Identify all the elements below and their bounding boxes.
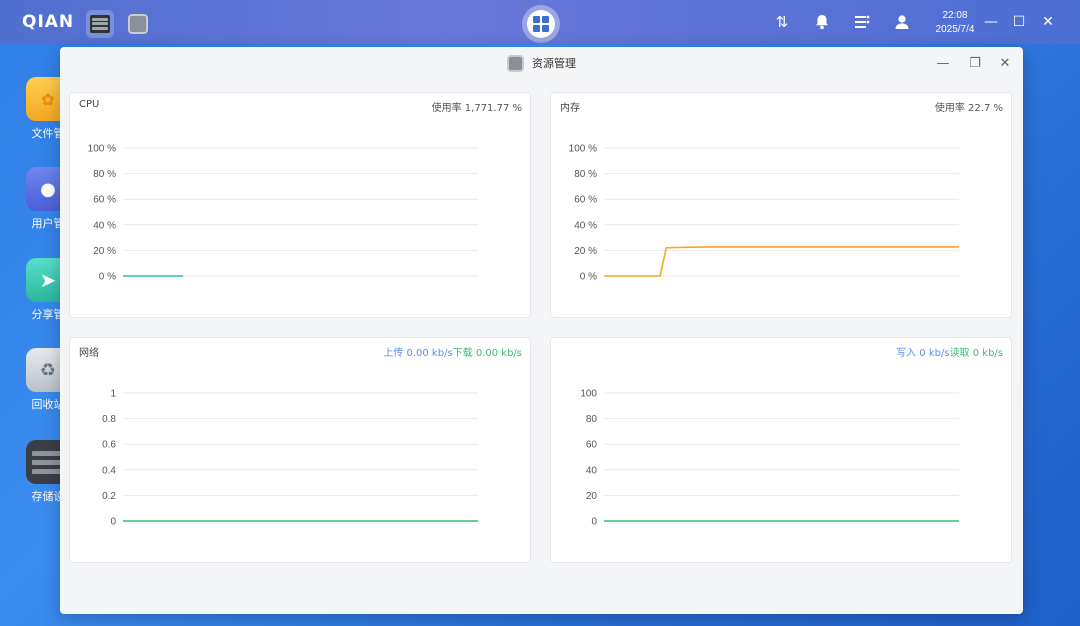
close-icon[interactable]: ✕ <box>1039 12 1057 32</box>
y-tick-label: 0.6 <box>102 440 116 451</box>
y-tick-label: 0 <box>591 517 597 528</box>
y-tick-label: 60 % <box>574 195 597 206</box>
y-tick-label: 40 % <box>93 220 116 231</box>
window-title: 资源管理 <box>532 57 576 70</box>
y-tick-label: 0 <box>110 517 116 528</box>
storage-taskbar-icon[interactable] <box>86 10 114 38</box>
y-tick-label: 100 <box>580 389 597 400</box>
y-tick-label: 1 <box>110 389 116 400</box>
y-tick-label: 0.4 <box>102 465 116 476</box>
y-tick-label: 60 <box>586 440 598 451</box>
y-tick-label: 100 % <box>88 144 116 155</box>
brand-logo: QIAN <box>22 12 75 32</box>
y-tick-label: 0.2 <box>102 491 116 502</box>
memory-panel: 内存 使用率 22.7 % 100 % 80 % 60 % 40 % 20 % 0 % <box>550 92 1012 318</box>
clock: 22:08 2025/7/4 <box>926 9 984 37</box>
transfer-icon[interactable]: ⇅ <box>772 12 792 32</box>
clock-time: 22:08 <box>942 10 968 21</box>
window-titlebar: 资源管理 <box>60 47 1023 79</box>
resource-monitor-taskbar-icon[interactable] <box>124 10 152 38</box>
memory-chart: 100 % 80 % 60 % 40 % 20 % 0 % <box>569 144 959 283</box>
y-tick-label: 80 <box>586 414 598 425</box>
y-tick-label: 0.8 <box>102 414 116 425</box>
cpu-chart: 100 % 80 % 60 % 40 % 20 % 0 % <box>88 144 478 283</box>
y-tick-label: 40 % <box>574 220 597 231</box>
minimize-icon[interactable]: — <box>982 12 1000 32</box>
list-settings-icon[interactable] <box>852 12 872 32</box>
disk-panel: 写入 0 kb/s读取 0 kb/s 100 80 60 40 20 0 <box>550 337 1012 563</box>
bell-icon[interactable] <box>812 12 832 32</box>
y-tick-label: 40 <box>586 465 598 476</box>
resource-manager-window: 资源管理 — ❐ ✕ CPU 使用率 1,771.77 % 100 % 80 % 6… <box>60 47 1023 614</box>
y-tick-label: 20 % <box>93 246 116 257</box>
window-close-button[interactable]: ✕ <box>995 53 1015 73</box>
y-tick-label: 20 % <box>574 246 597 257</box>
window-minimize-button[interactable]: — <box>933 53 953 73</box>
y-tick-label: 20 <box>586 491 598 502</box>
cpu-panel: CPU 使用率 1,771.77 % 100 % 80 % 60 % 40 % 20 %… <box>69 92 531 318</box>
top-taskbar: QIAN ⇅ 22:08 2025/7/4 — ☐ ✕ <box>0 0 1080 44</box>
resource-monitor-icon <box>507 54 524 72</box>
y-tick-label: 100 % <box>569 144 597 155</box>
y-tick-label: 80 % <box>574 169 597 180</box>
network-chart: 1 0.8 0.6 0.4 0.2 0 <box>102 389 478 528</box>
y-tick-label: 0 % <box>99 272 116 283</box>
series-line <box>604 246 959 277</box>
user-icon[interactable] <box>892 12 912 32</box>
disk-chart: 100 80 60 40 20 0 <box>580 389 959 528</box>
window-restore-button[interactable]: ❐ <box>965 53 985 73</box>
network-panel: 网络 上传 0.00 kb/s下载 0.00 kb/s 1 0.8 0.6 0.4 0.… <box>69 337 531 563</box>
y-tick-label: 0 % <box>580 272 597 283</box>
maximize-icon[interactable]: ☐ <box>1010 12 1028 32</box>
y-tick-label: 80 % <box>93 169 116 180</box>
clock-date: 2025/7/4 <box>935 24 975 35</box>
y-tick-label: 60 % <box>93 195 116 206</box>
start-menu-button[interactable] <box>522 5 560 43</box>
